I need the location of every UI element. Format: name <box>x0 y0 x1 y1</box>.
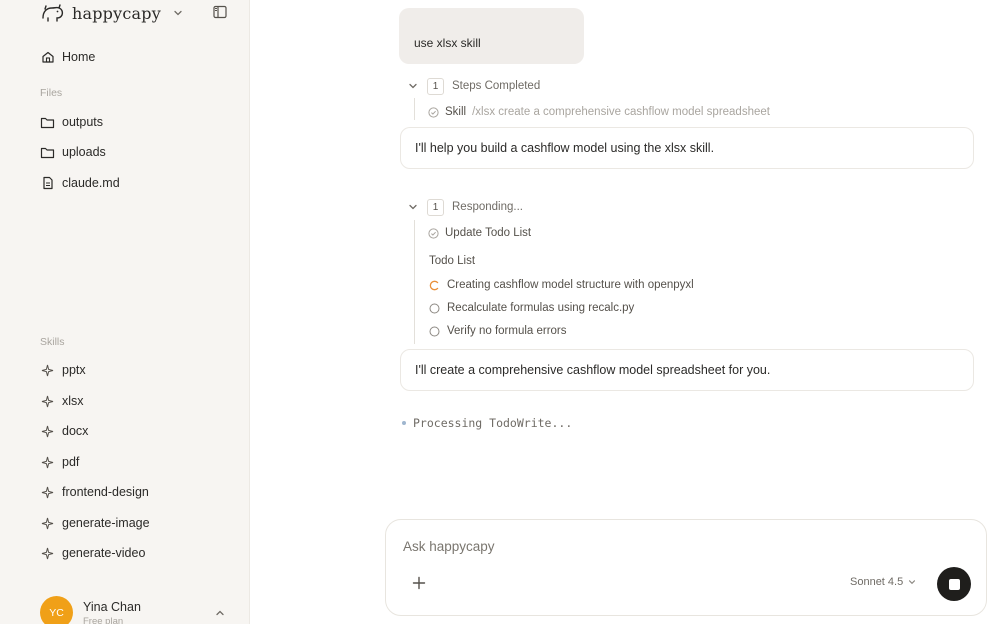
sidebar-item-label: uploads <box>62 145 106 159</box>
skills-section-label: Skills <box>40 336 65 348</box>
processing-text: Processing TodoWrite... <box>413 416 573 430</box>
user-plan: Free plan <box>83 616 124 624</box>
todo-item: Recalculate formulas using recalc.py <box>429 300 634 316</box>
sidebar-item-label: claude.md <box>62 176 120 190</box>
check-circle-icon <box>428 106 439 118</box>
sparkle-icon <box>40 485 55 500</box>
skill-step-detail: /xlsx create a comprehensive cashflow mo… <box>472 106 770 118</box>
sparkle-icon <box>40 546 55 561</box>
sparkle-icon <box>40 455 55 470</box>
skill-label: frontend-design <box>62 485 149 499</box>
todo-item-text: Verify no formula errors <box>447 325 567 337</box>
step-count-badge: 1 <box>427 198 444 216</box>
skill-item-pptx[interactable]: pptx <box>40 359 86 381</box>
sparkle-icon <box>40 516 55 531</box>
capybara-logo-icon <box>40 3 66 23</box>
empty-circle-icon <box>429 303 440 314</box>
step-status-label: Steps Completed <box>452 80 541 92</box>
chevron-down-icon <box>171 6 185 20</box>
tool-step-label: Update Todo List <box>445 227 532 239</box>
brand-switcher[interactable]: happycapy <box>40 2 185 24</box>
skill-item-generate-image[interactable]: generate-image <box>40 512 150 534</box>
file-icon <box>40 176 55 191</box>
chevron-up-icon[interactable] <box>214 606 226 618</box>
skill-label: generate-image <box>62 516 150 530</box>
skill-item-frontend-design[interactable]: frontend-design <box>40 481 149 503</box>
todo-item: Creating cashflow model structure with o… <box>429 277 694 293</box>
sidebar: happycapy Home Files outputs uploads cla… <box>0 0 250 624</box>
todo-item-text: Creating cashflow model structure with o… <box>447 279 694 291</box>
user-profile[interactable]: YC Yina Chan Free plan <box>40 596 141 624</box>
sidebar-item-home[interactable]: Home <box>40 46 95 68</box>
sidebar-item-label: Home <box>62 50 96 64</box>
skill-item-xlsx[interactable]: xlsx <box>40 390 84 412</box>
sidebar-toggle-icon[interactable] <box>212 4 228 20</box>
stop-button[interactable] <box>937 567 971 601</box>
skill-step-row[interactable]: Skill /xlsx create a comprehensive cashf… <box>428 104 770 120</box>
composer: Sonnet 4.5 <box>385 519 987 616</box>
skill-item-generate-video[interactable]: generate-video <box>40 542 145 564</box>
todo-list-title: Todo List <box>429 255 476 267</box>
chevron-down-icon <box>909 580 916 585</box>
files-section-label: Files <box>40 87 63 99</box>
todo-item-text: Recalculate formulas using recalc.py <box>447 302 635 314</box>
folder-icon <box>40 145 55 160</box>
model-selector[interactable]: Sonnet 4.5 <box>850 576 917 588</box>
assistant-message: I'll create a comprehensive cashflow mod… <box>400 349 974 391</box>
sparkle-icon <box>40 424 55 439</box>
user-message-bubble: use xlsx skill <box>399 8 584 64</box>
add-attachment-button[interactable] <box>410 574 428 592</box>
user-name: Yina Chan <box>83 600 141 614</box>
processing-indicator: Processing TodoWrite... <box>402 416 572 430</box>
todo-item: Verify no formula errors <box>429 323 567 339</box>
plus-icon <box>412 576 426 590</box>
home-icon <box>40 50 55 65</box>
skill-label: pdf <box>62 455 80 469</box>
user-message-text: use xlsx skill <box>414 36 481 50</box>
assistant-message-text: I'll help you build a cashflow model usi… <box>415 141 715 155</box>
check-circle-icon <box>428 227 439 239</box>
spinner-icon <box>429 280 440 291</box>
step-count-badge: 1 <box>427 77 444 95</box>
empty-circle-icon <box>429 326 440 337</box>
skill-step-label: Skill <box>445 106 467 118</box>
model-name: Sonnet 4.5 <box>850 576 904 588</box>
responding-toggle[interactable]: 1 Responding... <box>407 198 523 216</box>
steps-completed-toggle[interactable]: 1 Steps Completed <box>407 77 540 95</box>
tool-step-row[interactable]: Update Todo List <box>428 225 531 241</box>
sparkle-icon <box>40 394 55 409</box>
pulse-dot-icon <box>402 421 406 425</box>
skill-label: pptx <box>62 363 86 377</box>
skill-item-pdf[interactable]: pdf <box>40 451 79 473</box>
message-input[interactable] <box>403 535 823 557</box>
skill-label: generate-video <box>62 546 146 560</box>
step-connector <box>414 220 415 344</box>
skill-item-docx[interactable]: docx <box>40 420 88 442</box>
skill-label: xlsx <box>62 394 84 408</box>
step-connector <box>414 98 415 120</box>
avatar: YC <box>40 596 73 624</box>
folder-icon <box>40 115 55 130</box>
sparkle-icon <box>40 363 55 378</box>
skill-label: docx <box>62 424 89 438</box>
step-status-label: Responding... <box>452 201 523 213</box>
brand-name: happycapy <box>72 3 161 23</box>
chevron-down-icon <box>407 201 419 213</box>
assistant-message-text: I'll create a comprehensive cashflow mod… <box>415 363 771 377</box>
sidebar-item-claude-md[interactable]: claude.md <box>40 172 120 194</box>
user-info: Yina Chan Free plan <box>83 596 141 624</box>
stop-icon <box>948 578 960 590</box>
assistant-message: I'll help you build a cashflow model usi… <box>400 127 974 169</box>
sidebar-item-uploads[interactable]: uploads <box>40 141 106 163</box>
chevron-down-icon <box>407 80 419 92</box>
sidebar-item-label: outputs <box>62 115 104 129</box>
sidebar-item-outputs[interactable]: outputs <box>40 111 103 133</box>
